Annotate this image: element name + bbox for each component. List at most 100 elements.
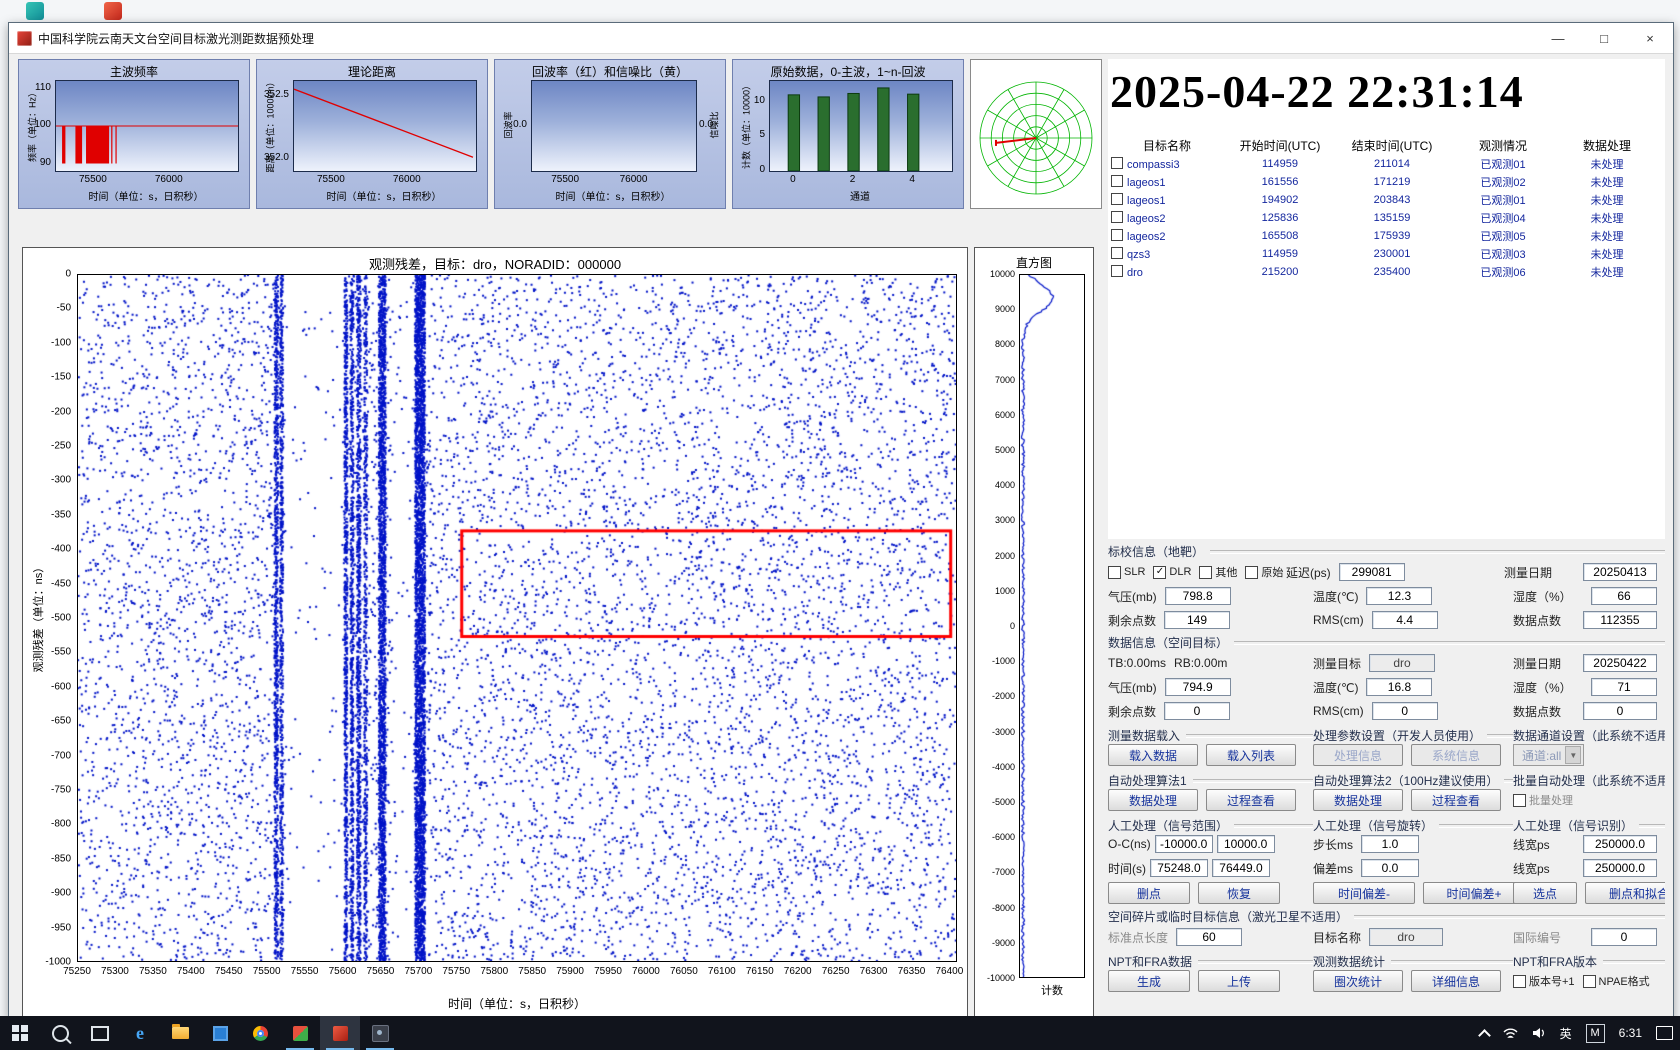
cal-humidity-field[interactable]: 66 xyxy=(1591,587,1657,605)
process-info-button[interactable]: 处理信息 xyxy=(1313,744,1403,766)
tray-network-button[interactable] xyxy=(1496,1016,1525,1050)
offset-ms-field[interactable]: 0.0 xyxy=(1361,859,1419,877)
ime-mode-badge[interactable]: M xyxy=(1579,1016,1612,1050)
row-checkbox[interactable] xyxy=(1111,211,1123,223)
minimize-button[interactable]: — xyxy=(1535,23,1581,53)
oc-min-field[interactable]: -10000.0 xyxy=(1155,835,1213,853)
checkbox-version-plus-one[interactable]: 版本号+1 xyxy=(1513,973,1575,989)
scatter-plot-area[interactable] xyxy=(77,274,957,962)
time-offset-plus-button[interactable]: 时间偏差+ xyxy=(1423,882,1525,904)
pick-points-button[interactable]: 选点 xyxy=(1513,882,1577,904)
checkbox-box[interactable] xyxy=(1513,794,1526,807)
table-row[interactable]: lageos1194902203843已观测01未处理 xyxy=(1110,191,1656,209)
tray-volume-button[interactable] xyxy=(1525,1016,1553,1050)
taskbar-app-photos[interactable] xyxy=(200,1016,240,1050)
taskbar-app-explorer[interactable] xyxy=(160,1016,200,1050)
target-temp-field[interactable]: 16.8 xyxy=(1366,678,1432,696)
taskbar-app-current[interactable] xyxy=(320,1016,360,1050)
ime-language-indicator[interactable]: 英 xyxy=(1553,1016,1579,1050)
target-points-field[interactable]: 0 xyxy=(1164,702,1230,720)
load-list-button[interactable]: 载入列表 xyxy=(1206,744,1296,766)
detail-info-button[interactable]: 详细信息 xyxy=(1411,970,1501,992)
checkbox-box[interactable] xyxy=(1513,975,1526,988)
delete-points-button[interactable]: 删点 xyxy=(1108,882,1190,904)
checkbox-box[interactable] xyxy=(1199,566,1212,579)
algo1-process-button[interactable]: 数据处理 xyxy=(1108,789,1198,811)
tray-chevron-button[interactable] xyxy=(1473,1016,1496,1050)
table-row[interactable]: dro215200235400已观测06未处理 xyxy=(1110,263,1656,281)
time-min-field[interactable]: 75248.0 xyxy=(1150,859,1208,877)
cal-temp-field[interactable]: 12.3 xyxy=(1366,587,1432,605)
task-view-button[interactable] xyxy=(80,1016,120,1050)
checkbox-box[interactable]: ✓ xyxy=(1153,566,1166,579)
system-info-button[interactable]: 系统信息 xyxy=(1411,744,1501,766)
step-ms-field[interactable]: 1.0 xyxy=(1361,835,1419,853)
cal-pressure-field[interactable]: 798.8 xyxy=(1165,587,1231,605)
checkbox-raw[interactable]: 原始 xyxy=(1245,564,1283,580)
start-button[interactable] xyxy=(0,1016,40,1050)
desktop-icon-red-app[interactable] xyxy=(104,2,122,20)
maximize-button[interactable]: □ xyxy=(1581,23,1627,53)
chart-plot-area[interactable] xyxy=(293,80,477,172)
checkbox-other[interactable]: 其他 xyxy=(1199,564,1237,580)
table-row[interactable]: qzs3114959230001已观测03未处理 xyxy=(1110,245,1656,263)
channel-select[interactable]: 通道:all▼ xyxy=(1513,744,1584,766)
chart-plot-area[interactable] xyxy=(55,80,239,172)
table-row[interactable]: lageos2125836135159已观测04未处理 xyxy=(1110,209,1656,227)
restore-button[interactable]: 恢复 xyxy=(1198,882,1280,904)
target-count-field[interactable]: 0 xyxy=(1583,702,1657,720)
row-checkbox[interactable] xyxy=(1111,157,1123,169)
scatter-canvas[interactable] xyxy=(78,275,956,961)
delay-ps-field[interactable]: 299081 xyxy=(1339,563,1405,581)
target-rms-field[interactable]: 0 xyxy=(1372,702,1438,720)
polar-sky-plot[interactable] xyxy=(970,59,1102,209)
target-name-field[interactable]: dro xyxy=(1369,654,1435,672)
desktop-icon-teal-app[interactable] xyxy=(26,2,44,20)
row-checkbox[interactable] xyxy=(1111,175,1123,187)
checkbox-dlr[interactable]: ✓DLR xyxy=(1153,566,1191,579)
chart-plot-area[interactable] xyxy=(769,80,953,172)
target-humidity-field[interactable]: 71 xyxy=(1591,678,1657,696)
upload-button[interactable]: 上传 xyxy=(1198,970,1280,992)
normal-point-length-field[interactable]: 60 xyxy=(1176,928,1242,946)
search-button[interactable] xyxy=(40,1016,80,1050)
taskbar-app-colored[interactable] xyxy=(280,1016,320,1050)
checkbox-slr[interactable]: SLR xyxy=(1108,566,1145,579)
taskbar-clock[interactable]: 6:31 xyxy=(1612,1016,1649,1050)
titlebar[interactable]: 中国科学院云南天文台空间目标激光测距数据预处理 — □ × xyxy=(9,23,1673,54)
target-date-field[interactable]: 20250422 xyxy=(1583,654,1657,672)
time-max-field[interactable]: 76449.0 xyxy=(1212,859,1270,877)
row-checkbox[interactable] xyxy=(1111,229,1123,241)
cal-count-field[interactable]: 112355 xyxy=(1583,611,1657,629)
generate-button[interactable]: 生成 xyxy=(1108,970,1190,992)
histogram-plot-area[interactable] xyxy=(1019,274,1085,978)
algo2-view-button[interactable]: 过程查看 xyxy=(1411,789,1501,811)
table-row[interactable]: lageos1161556171219已观测02未处理 xyxy=(1110,173,1656,191)
cal-rms-field[interactable]: 4.4 xyxy=(1372,611,1438,629)
histogram-canvas[interactable] xyxy=(1020,275,1084,977)
cal-date-field[interactable]: 20250413 xyxy=(1583,563,1657,581)
time-offset-minus-button[interactable]: 时间偏差- xyxy=(1313,882,1415,904)
row-checkbox[interactable] xyxy=(1111,193,1123,205)
pass-statistics-button[interactable]: 圈次统计 xyxy=(1313,970,1403,992)
oc-max-field[interactable]: 10000.0 xyxy=(1217,835,1275,853)
linewidth1-field[interactable]: 250000.0 xyxy=(1583,835,1657,853)
chart-plot-area[interactable] xyxy=(531,80,697,172)
delete-and-fit-button[interactable]: 删点和拟合 xyxy=(1585,882,1665,904)
debris-target-name-field[interactable]: dro xyxy=(1369,928,1443,946)
row-checkbox[interactable] xyxy=(1111,247,1123,259)
target-pressure-field[interactable]: 794.9 xyxy=(1165,678,1231,696)
international-id-field[interactable]: 0 xyxy=(1591,928,1657,946)
table-row[interactable]: compassi3114959211014已观测01未处理 xyxy=(1110,155,1656,173)
taskbar-app-camera[interactable] xyxy=(360,1016,400,1050)
close-button[interactable]: × xyxy=(1627,23,1673,53)
checkbox-box[interactable] xyxy=(1583,975,1596,988)
table-row[interactable]: lageos2165508175939已观测05未处理 xyxy=(1110,227,1656,245)
checkbox-npae-format[interactable]: NPAE格式 xyxy=(1583,973,1650,989)
row-checkbox[interactable] xyxy=(1111,265,1123,277)
chevron-down-icon[interactable]: ▼ xyxy=(1565,746,1581,764)
checkbox-batch-process[interactable]: 批量处理 xyxy=(1513,792,1573,808)
algo2-process-button[interactable]: 数据处理 xyxy=(1313,789,1403,811)
notification-center-button[interactable] xyxy=(1649,1016,1680,1050)
taskbar-app-chrome[interactable] xyxy=(240,1016,280,1050)
